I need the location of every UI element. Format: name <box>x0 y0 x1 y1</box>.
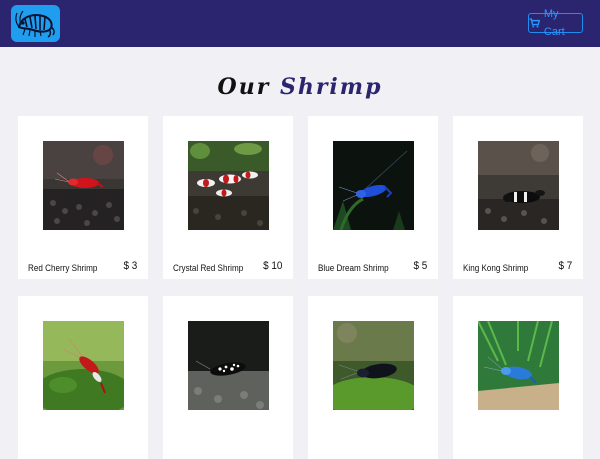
my-cart-label: My Cart <box>543 8 565 38</box>
product-price: $ 10 <box>262 260 282 272</box>
product-name: King Kong Shrimp <box>463 263 529 273</box>
page-title-part-2: Shrimp <box>279 74 383 100</box>
red-cherry-shrimp-photo[interactable] <box>43 141 124 230</box>
product-card[interactable] <box>163 296 293 459</box>
dark-shrimp-on-moss-photo[interactable] <box>333 321 414 410</box>
product-card[interactable]: King Kong Shrimp $ 7 <box>453 116 583 279</box>
navbar: My Cart <box>0 0 600 47</box>
king-kong-shrimp-photo[interactable] <box>478 141 559 230</box>
product-price: $ 3 <box>123 260 137 272</box>
page-title-part-1: Our <box>217 74 271 100</box>
cart-icon <box>529 18 540 28</box>
product-card[interactable]: Blue Dream Shrimp $ 5 <box>308 116 438 279</box>
product-card[interactable]: Red Cherry Shrimp $ 3 <box>18 116 148 279</box>
product-price: $ 7 <box>558 260 572 272</box>
product-price: $ 5 <box>413 260 427 272</box>
blue-shrimp-on-plant-photo[interactable] <box>478 321 559 410</box>
product-card[interactable]: Crystal Red Shrimp $ 10 <box>163 116 293 279</box>
product-card[interactable] <box>308 296 438 459</box>
red-shrimp-on-moss-photo[interactable] <box>43 321 124 410</box>
page-title: Our Shrimp <box>0 74 600 100</box>
shrimp-logo-icon[interactable] <box>11 5 60 42</box>
product-name: Crystal Red Shrimp <box>173 263 244 273</box>
product-name: Red Cherry Shrimp <box>28 263 98 273</box>
crystal-red-shrimp-photo[interactable] <box>188 141 269 230</box>
my-cart-button[interactable]: My Cart <box>528 8 583 38</box>
product-name: Blue Dream Shrimp <box>318 263 389 273</box>
product-card[interactable] <box>453 296 583 459</box>
product-card[interactable] <box>18 296 148 459</box>
blue-dream-shrimp-photo[interactable] <box>333 141 414 230</box>
black-white-shrimp-photo[interactable] <box>188 321 269 410</box>
